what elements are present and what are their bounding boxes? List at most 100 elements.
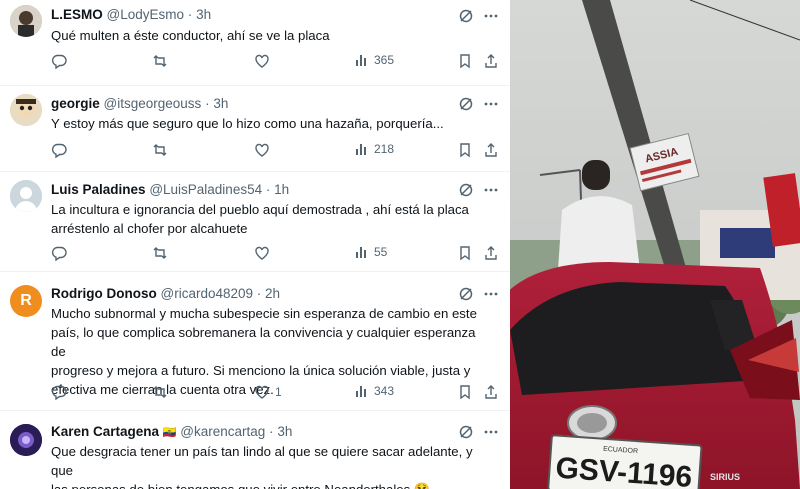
- bookmark-icon[interactable]: [457, 142, 473, 158]
- avatar[interactable]: [10, 94, 42, 126]
- more-icon[interactable]: [483, 8, 499, 24]
- reply-tweet[interactable]: georgie @itsgeorgeouss · 3h Y estoy más …: [0, 85, 510, 172]
- street-scene-image: ASSIA SIRIUS ECUADOR GSV-1196: [510, 0, 800, 489]
- more-icon[interactable]: [483, 182, 499, 198]
- car-model-badge: SIRIUS: [710, 472, 740, 482]
- share-icon[interactable]: [483, 142, 499, 158]
- views-count: 55: [374, 245, 388, 259]
- reply-icon[interactable]: [51, 384, 67, 400]
- tweet-text-line: Que desgracia tener un país tan lindo al…: [51, 444, 473, 478]
- timestamp[interactable]: 3h: [213, 96, 228, 111]
- separator-dot: ·: [187, 7, 193, 22]
- reply-feed: L.ESMO @LodyEsmo · 3h Qué multen a éste …: [0, 0, 510, 489]
- user-handle[interactable]: @LodyEsmo: [107, 7, 185, 22]
- views-count: 343: [374, 384, 395, 398]
- retweet-icon[interactable]: [152, 142, 168, 158]
- retweet-icon[interactable]: [152, 245, 168, 261]
- separator-dot: ·: [269, 424, 274, 439]
- tweet-text-line: país, lo que complica sobremanera la con…: [51, 325, 476, 359]
- tweet-actions: 365: [51, 53, 510, 73]
- more-icon[interactable]: [483, 286, 499, 302]
- avatar[interactable]: [10, 180, 42, 212]
- reply-tweet[interactable]: Luis Paladines @LuisPaladines54 · 1h La …: [0, 171, 510, 272]
- timestamp[interactable]: 1h: [274, 182, 289, 197]
- bookmark-icon[interactable]: [457, 245, 473, 261]
- tweet-header: Rodrigo Donoso @ricardo48209 · 2h: [51, 286, 498, 304]
- avatar[interactable]: [10, 5, 42, 37]
- tweet-text-line: arréstenlo al chofer por alcahuete: [51, 221, 248, 236]
- avatar[interactable]: [10, 424, 42, 456]
- tweet-text: Y estoy más que seguro que lo hizo como …: [51, 114, 488, 133]
- timestamp[interactable]: 3h: [277, 424, 292, 439]
- tweet-header: georgie @itsgeorgeouss · 3h: [51, 96, 498, 114]
- user-handle[interactable]: @ricardo48209: [161, 286, 254, 301]
- flag-emoji: 🇪🇨: [162, 427, 177, 439]
- like-button[interactable]: 1: [254, 384, 282, 400]
- views-count: 218: [374, 142, 395, 156]
- like-icon: [255, 385, 269, 399]
- share-icon[interactable]: [483, 53, 499, 69]
- views-icon: [356, 55, 366, 66]
- avatar-letter: R: [20, 292, 32, 309]
- reply-tweet[interactable]: R Rodrigo Donoso @ricardo48209 · 2h Much…: [0, 271, 510, 411]
- avatar[interactable]: R: [10, 285, 42, 317]
- views-count: 365: [374, 53, 395, 67]
- user-handle[interactable]: @karencartag: [180, 424, 265, 439]
- reply-tweet[interactable]: L.ESMO @LodyEsmo · 3h Qué multen a éste …: [0, 0, 510, 86]
- tweet-text-line: las personas de bien tengamos que vivir …: [51, 480, 488, 489]
- share-icon[interactable]: [483, 245, 499, 261]
- display-name[interactable]: Rodrigo Donoso: [51, 286, 157, 301]
- views-icon: [356, 247, 366, 258]
- tweet-header: Karen Cartagena 🇪🇨 @karencartag · 3h: [51, 424, 498, 442]
- more-icon[interactable]: [483, 424, 499, 440]
- timestamp[interactable]: 2h: [265, 286, 280, 301]
- retweet-icon[interactable]: [152, 384, 168, 400]
- grok-icon[interactable]: [458, 424, 474, 440]
- tweet-header: L.ESMO @LodyEsmo · 3h: [51, 7, 498, 25]
- reply-icon[interactable]: [51, 53, 67, 69]
- retweet-icon[interactable]: [152, 53, 168, 69]
- like-icon[interactable]: [254, 142, 270, 158]
- attached-photo[interactable]: ASSIA SIRIUS ECUADOR GSV-1196: [510, 0, 800, 489]
- timestamp[interactable]: 3h: [196, 7, 211, 22]
- separator-dot: ·: [205, 96, 210, 111]
- bookmark-icon[interactable]: [457, 384, 473, 400]
- tweet-text: Que desgracia tener un país tan lindo al…: [51, 442, 488, 489]
- more-icon[interactable]: [483, 96, 499, 112]
- separator-dot: ·: [265, 182, 271, 197]
- tweet-text-line: La incultura e ignorancia del pueblo aqu…: [51, 202, 469, 217]
- display-name[interactable]: georgie: [51, 96, 100, 111]
- tweet-actions: 1 343: [51, 384, 510, 404]
- reply-icon[interactable]: [51, 142, 67, 158]
- user-handle[interactable]: @LuisPaladines54: [149, 182, 262, 197]
- views-icon: [356, 144, 366, 155]
- display-name[interactable]: Karen Cartagena: [51, 424, 159, 439]
- grok-icon[interactable]: [458, 182, 474, 198]
- views-button[interactable]: 218: [355, 142, 394, 156]
- views-button[interactable]: 343: [355, 384, 394, 398]
- display-name[interactable]: Luis Paladines: [51, 182, 146, 197]
- tweet-text-line: Qué multen a éste conductor, ahí se ve l…: [51, 28, 330, 43]
- grok-icon[interactable]: [458, 96, 474, 112]
- grok-icon[interactable]: [458, 286, 474, 302]
- bookmark-icon[interactable]: [457, 53, 473, 69]
- reply-tweet[interactable]: Karen Cartagena 🇪🇨 @karencartag · 3h Que…: [0, 410, 510, 489]
- tweet-text-line: Mucho subnormal y mucha subespecie sin e…: [51, 306, 477, 321]
- tweet-text: La incultura e ignorancia del pueblo aqu…: [51, 200, 488, 238]
- tweet-text: Qué multen a éste conductor, ahí se ve l…: [51, 26, 488, 45]
- like-icon[interactable]: [254, 53, 270, 69]
- likes-count: 1: [275, 385, 282, 399]
- share-icon[interactable]: [483, 384, 499, 400]
- tweet-actions: 55: [51, 245, 510, 265]
- user-handle[interactable]: @itsgeorgeouss: [104, 96, 202, 111]
- views-button[interactable]: 365: [355, 53, 394, 67]
- display-name[interactable]: L.ESMO: [51, 7, 103, 22]
- views-button[interactable]: 55: [355, 245, 387, 259]
- tweet-text-line: Y estoy más que seguro que lo hizo como …: [51, 116, 444, 131]
- grok-icon[interactable]: [458, 8, 474, 24]
- like-icon[interactable]: [254, 245, 270, 261]
- tweet-actions: 218: [51, 142, 510, 162]
- tweet-header: Luis Paladines @LuisPaladines54 · 1h: [51, 182, 498, 200]
- separator-dot: ·: [256, 286, 262, 301]
- reply-icon[interactable]: [51, 245, 67, 261]
